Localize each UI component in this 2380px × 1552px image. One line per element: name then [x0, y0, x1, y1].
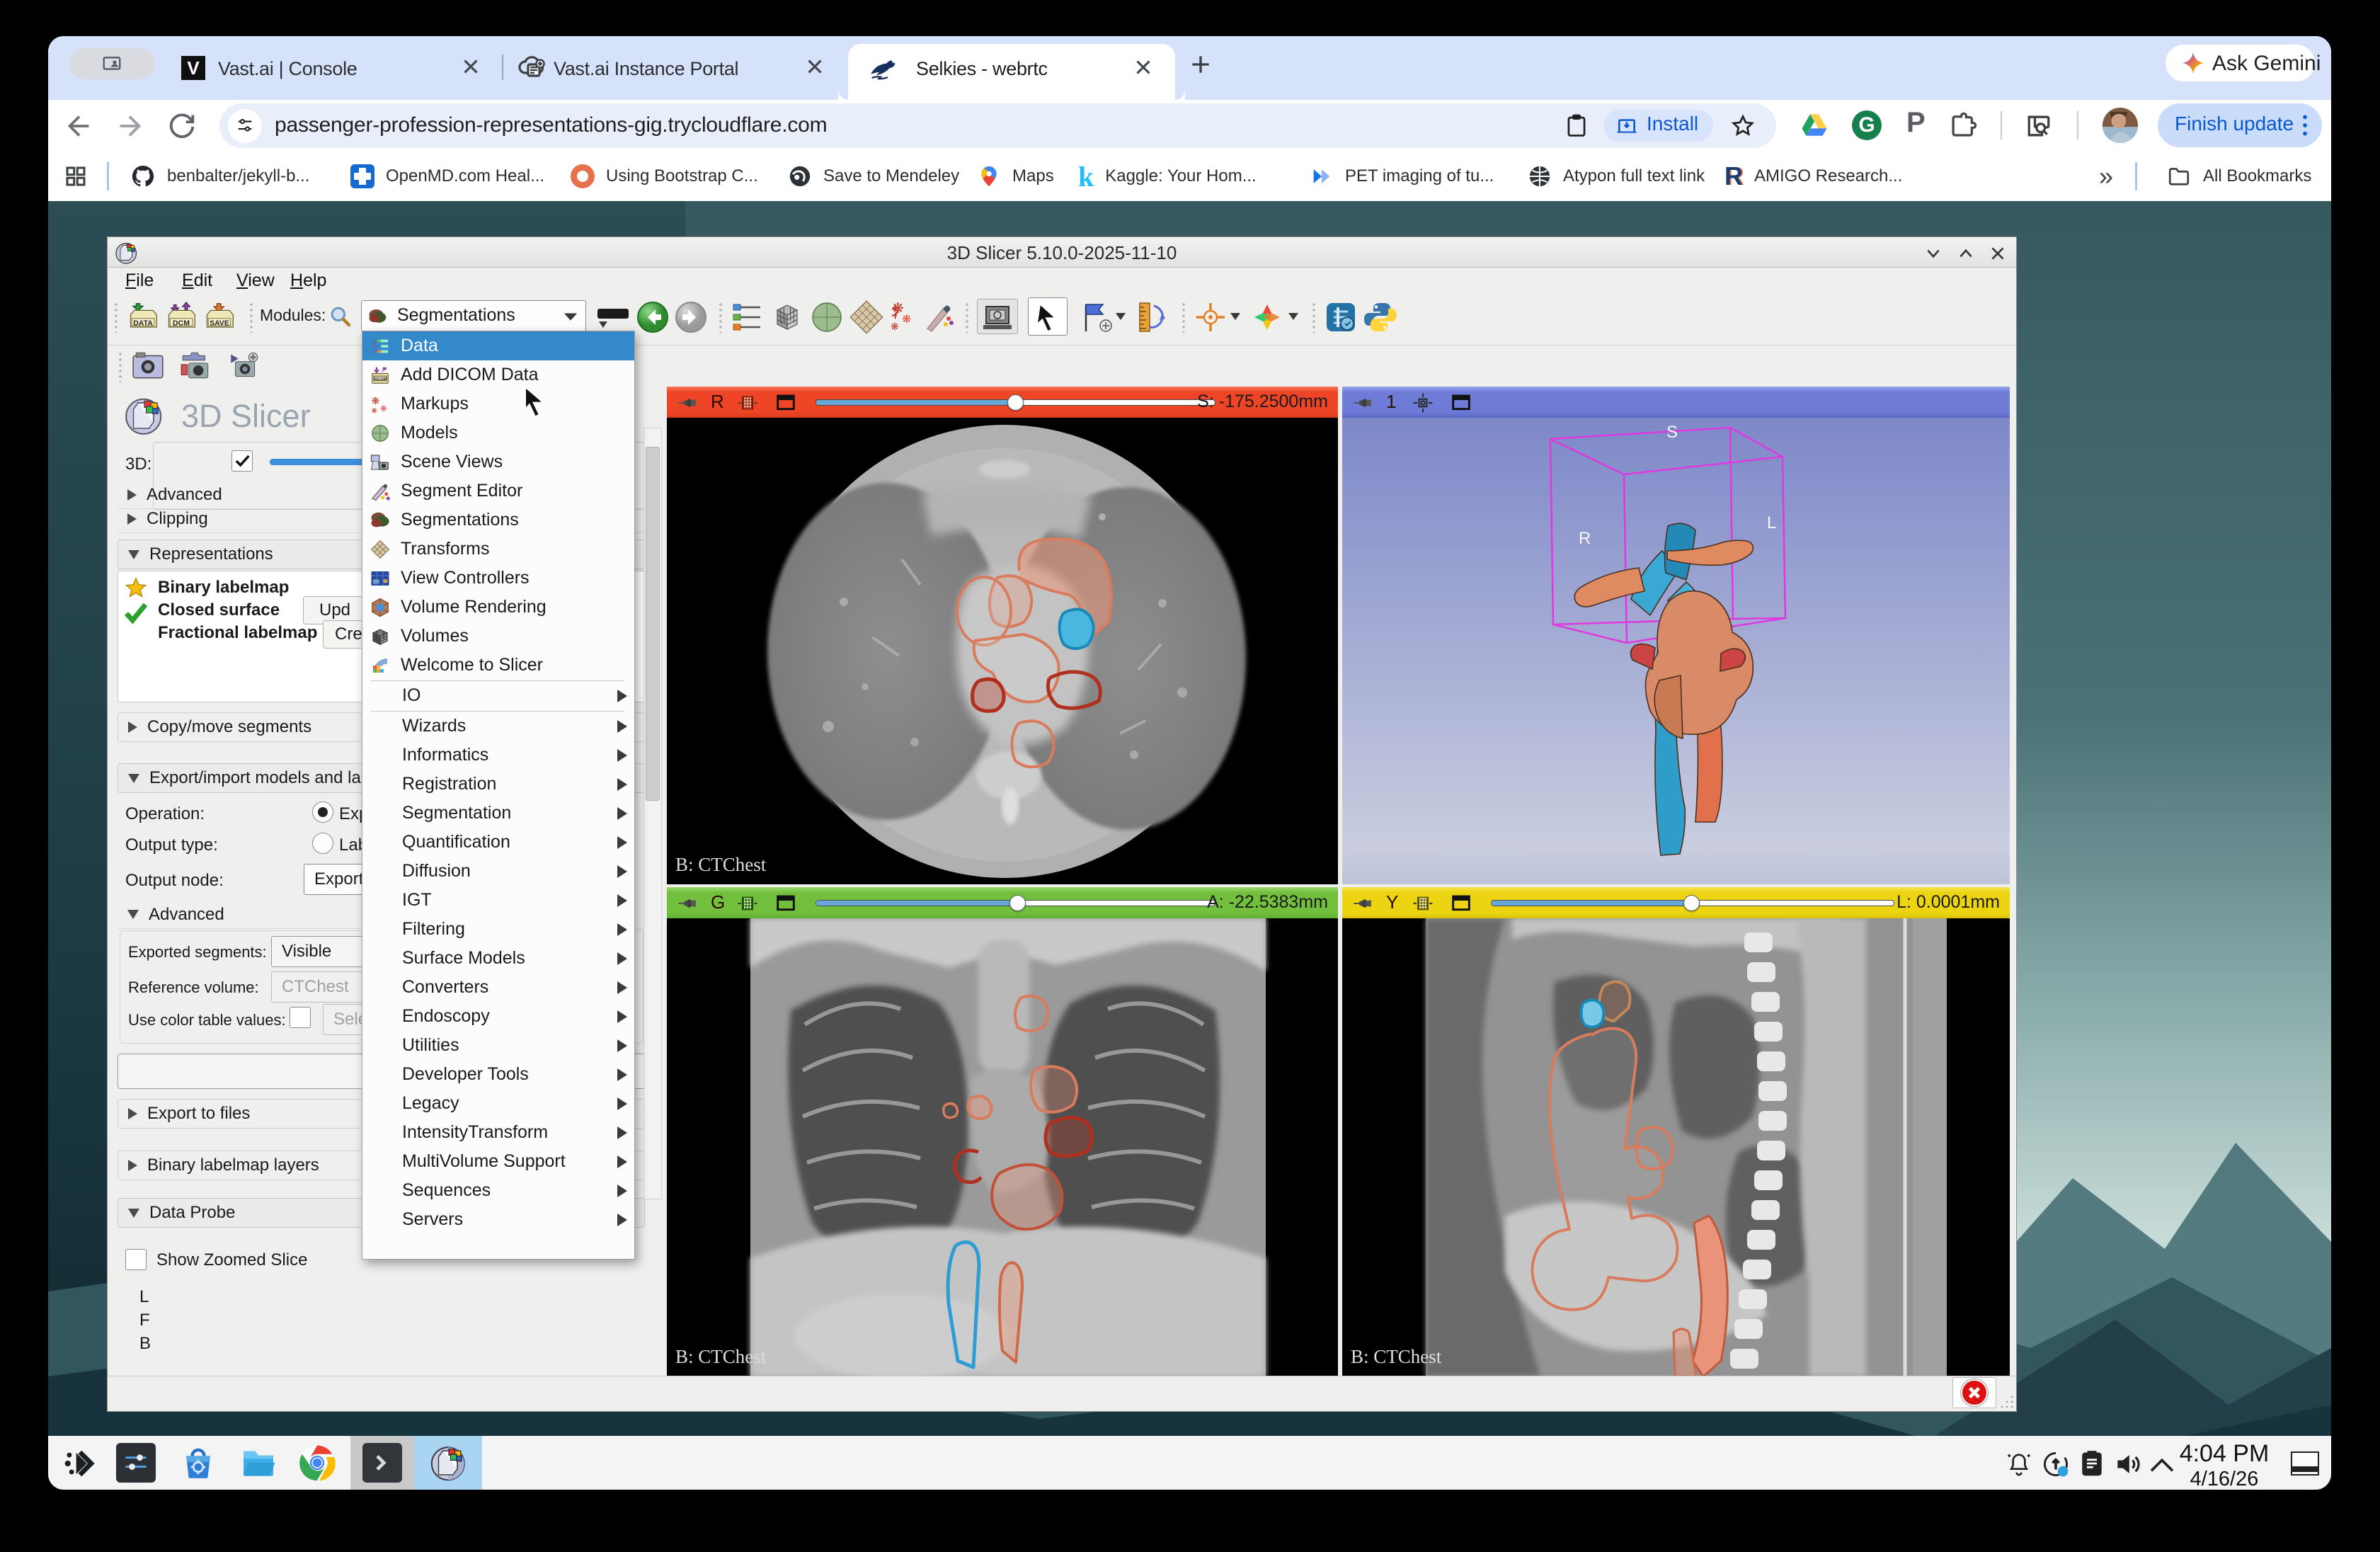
svg-text:DICOM: DICOM: [373, 377, 387, 382]
svg-text:B: CTChest: B: CTChest: [675, 854, 767, 875]
svg-text:DCM: DCM: [173, 319, 190, 327]
svg-text:❋: ❋: [891, 321, 899, 332]
svg-text:S: S: [1666, 423, 1678, 442]
svg-text:B: CTChest: B: CTChest: [1351, 1346, 1442, 1367]
svg-text:❋: ❋: [372, 407, 377, 415]
svg-text:B: CTChest: B: CTChest: [675, 1346, 767, 1367]
svg-text:R: R: [1579, 529, 1591, 548]
svg-text:SAVE: SAVE: [210, 319, 229, 327]
svg-text:❋: ❋: [380, 405, 387, 413]
svg-text:DATA: DATA: [133, 319, 153, 327]
svg-text:❋: ❋: [902, 314, 911, 326]
svg-text:L: L: [1767, 513, 1776, 532]
svg-text:❋: ❋: [372, 396, 380, 406]
